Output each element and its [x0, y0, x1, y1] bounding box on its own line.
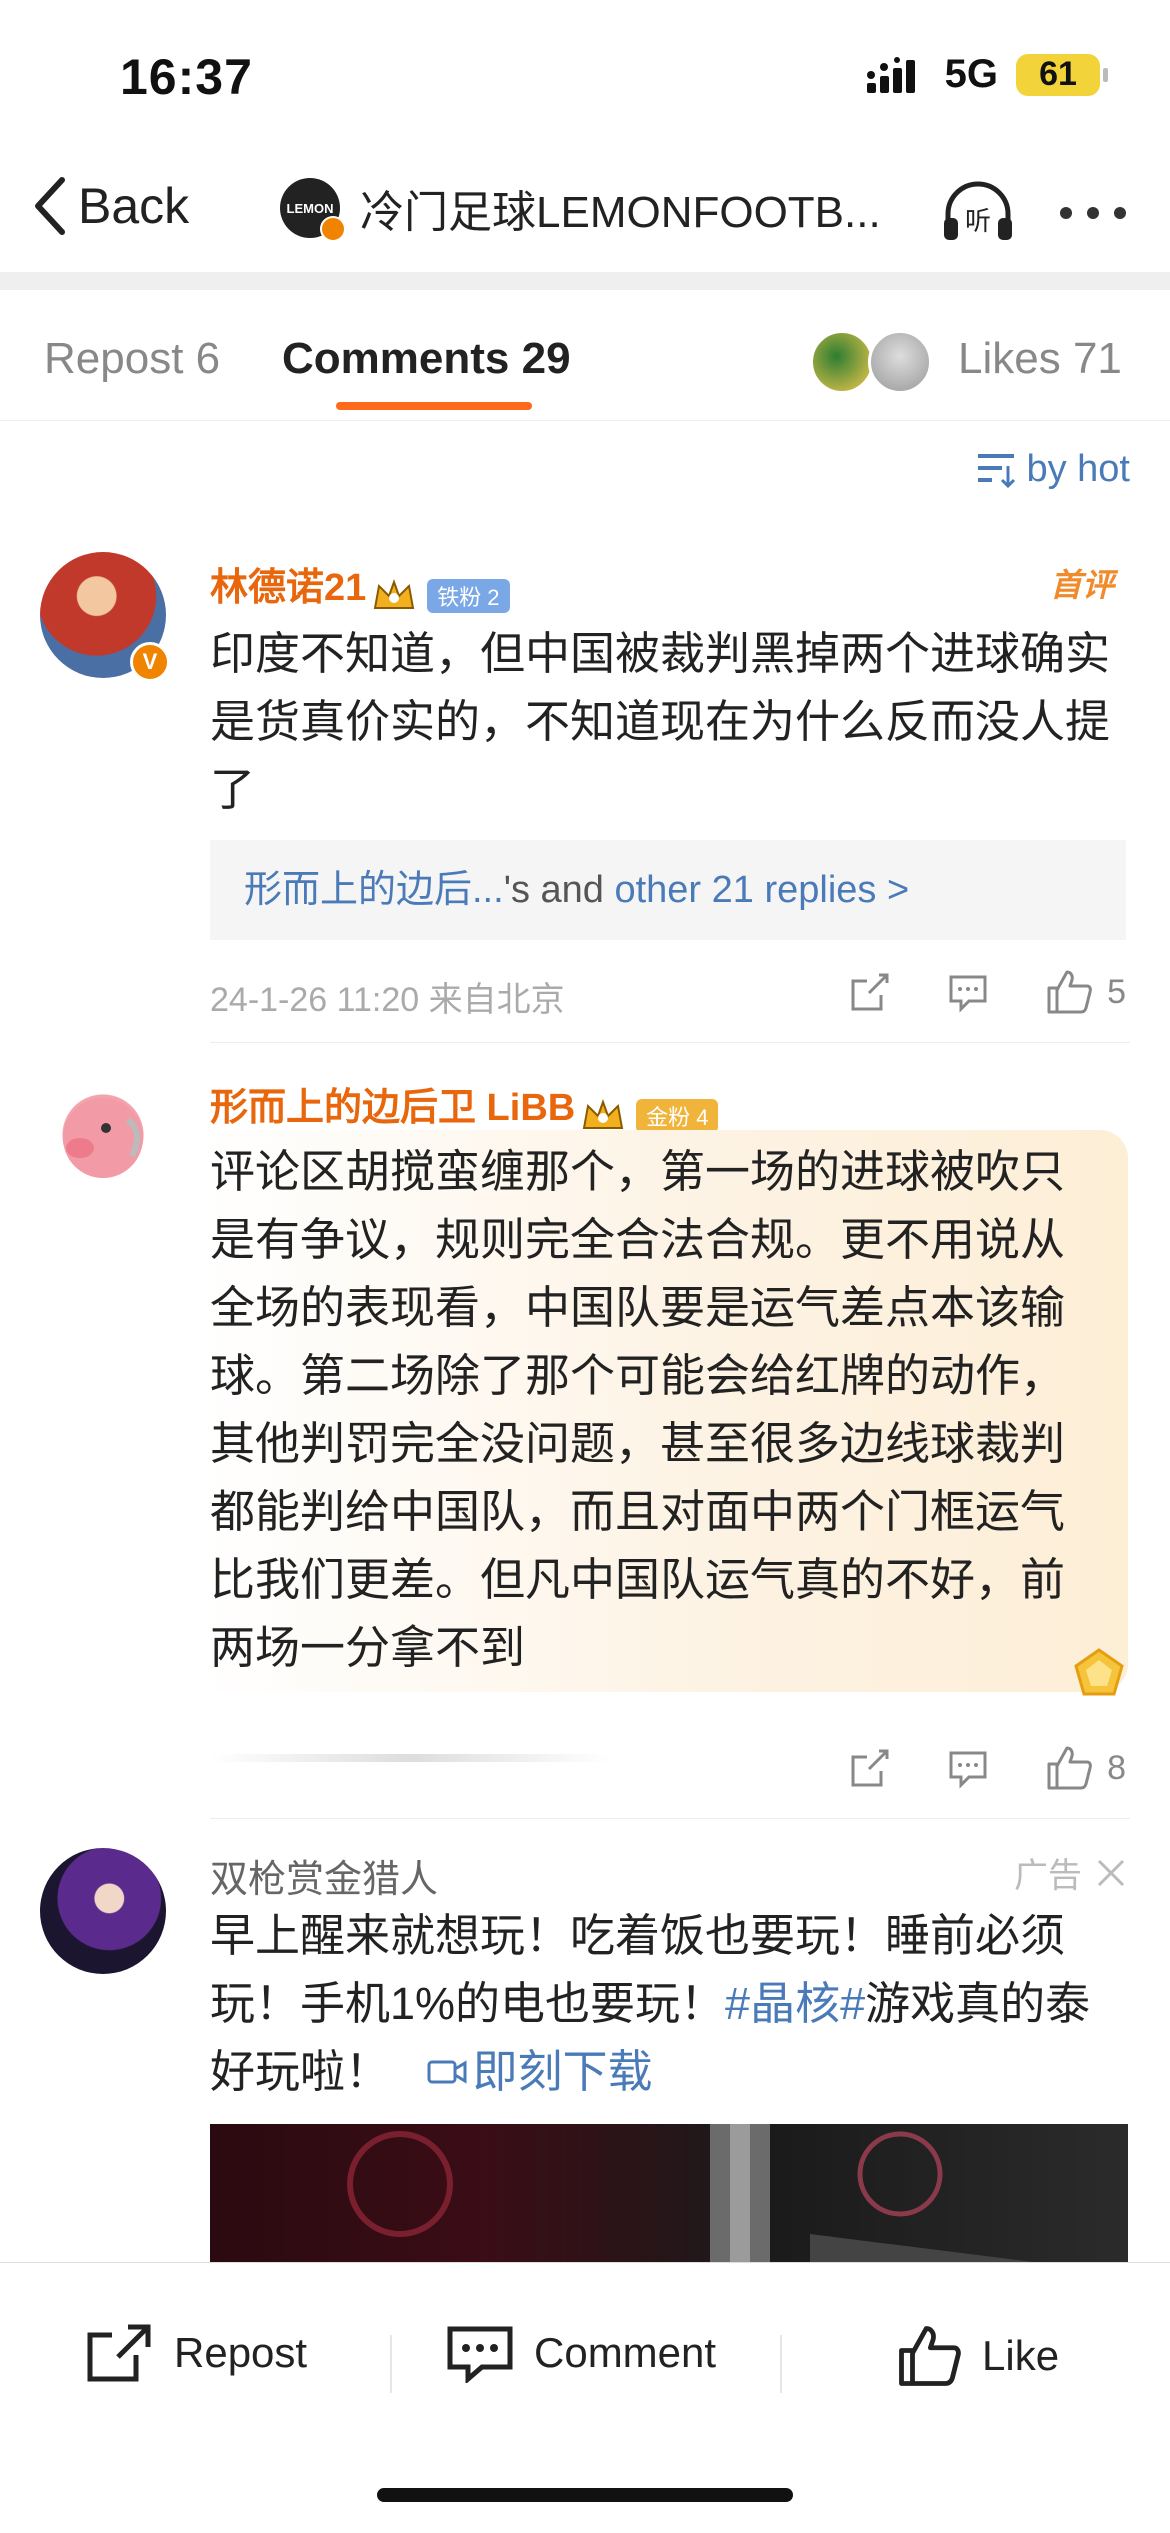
replies-link: other 21 replies > — [614, 869, 910, 911]
close-icon[interactable] — [1096, 1858, 1126, 1888]
replies-mid: 's and — [503, 869, 615, 911]
thumbs-up-icon — [1047, 970, 1092, 1014]
repost-button[interactable]: Repost — [84, 2323, 307, 2383]
comment-divider — [210, 1818, 1130, 1819]
crown-badge-icon — [373, 578, 414, 609]
likes-avatars — [810, 330, 932, 394]
comment-icon — [447, 2326, 513, 2383]
tab-repost[interactable]: Repost 6 — [44, 334, 220, 384]
thumbs-up-icon — [1047, 1746, 1092, 1790]
fan-badge: 铁粉 2 — [427, 578, 510, 613]
comment-header: 林德诺21 铁粉 2 — [210, 556, 510, 614]
comment-button[interactable]: Comment — [446, 2323, 716, 2383]
game-scene-graphic — [347, 2124, 1128, 2274]
more-dots-icon — [1060, 207, 1126, 219]
comment-divider — [210, 1042, 1130, 1043]
ad-hashtag[interactable]: #晶核# — [725, 1978, 865, 2029]
thumbs-up-icon — [899, 2326, 961, 2386]
comment-label: Comment — [534, 2329, 717, 2376]
comment-text: 印度不知道，但中国被裁判黑掉两个进球确实是货真价实的，不知道现在为什么反而没人提… — [210, 628, 1111, 815]
like-post-button[interactable]: Like — [896, 2323, 1059, 2389]
account-name: 冷门足球LEMONFOOTB... — [360, 188, 881, 237]
comment-actions: 8 — [849, 1744, 1126, 1792]
loading-placeholder — [210, 1754, 610, 1762]
comment-header: 形而上的边后卫 LiBB 金粉 4 — [210, 1076, 719, 1134]
liker-avatar — [868, 330, 932, 394]
replies-preview[interactable]: 形而上的边后...'s and other 21 replies > — [210, 840, 1126, 940]
like-label: Like — [982, 2332, 1060, 2379]
chevron-left-icon — [35, 177, 65, 235]
tab-active-indicator — [336, 402, 532, 410]
headphones-listen-icon[interactable]: 听 — [940, 180, 1016, 244]
tab-bar: Repost 6 Comments 29 Likes 71 — [0, 300, 1170, 421]
nav-bar: Back LEMON 冷门足球LEMONFOOTB... 听 — [0, 150, 1170, 270]
listen-label: 听 — [965, 207, 991, 237]
back-button[interactable]: Back — [32, 176, 189, 236]
tab-comments[interactable]: Comments 29 — [282, 334, 571, 384]
bottom-separator — [780, 2335, 782, 2393]
replies-author: 形而上的边后... — [244, 869, 504, 911]
ad-video-thumbnail[interactable] — [210, 2124, 1128, 2274]
reply-icon[interactable] — [947, 1747, 989, 1789]
gold-gem-icon — [1074, 1648, 1124, 1696]
more-options-button[interactable] — [1058, 188, 1128, 223]
like-button[interactable]: 8 — [1045, 1744, 1126, 1792]
back-label: Back — [78, 178, 190, 234]
like-count: 5 — [1107, 972, 1126, 1011]
fan-badge: 金粉 4 — [636, 1098, 719, 1133]
share-icon[interactable] — [849, 1747, 891, 1789]
reply-icon[interactable] — [947, 971, 989, 1013]
status-indicators: 5G 61 — [866, 52, 1108, 97]
pink-pig-avatar-icon — [63, 1098, 143, 1178]
repost-label: Repost — [174, 2329, 308, 2376]
account-logo: LEMON — [280, 178, 346, 242]
share-icon[interactable] — [849, 971, 891, 1013]
ad-label-group: 广告 — [1014, 1848, 1126, 1897]
comment-text: 评论区胡搅蛮缠那个，第一场的进球被吹只是有争议，规则完全合法合规。更不用说从全场… — [210, 1146, 1066, 1673]
ad-text: 早上醒来就想玩！吃着饭也要玩！睡前必须玩！手机1%的电也要玩！#晶核#游戏真的泰… — [210, 1902, 1120, 2106]
like-count: 8 — [1107, 1748, 1126, 1787]
status-time: 16:37 — [120, 49, 253, 105]
comment-username[interactable]: 林德诺21 — [210, 567, 366, 609]
battery-indicator: 61 — [1016, 53, 1108, 96]
sort-label: by hot — [1026, 448, 1130, 490]
comment-actions: 5 — [849, 968, 1126, 1016]
ad-label: 广告 — [1014, 1857, 1082, 1895]
commenter-avatar[interactable]: V — [40, 552, 170, 682]
bottom-separator — [390, 2335, 392, 2393]
home-indicator[interactable] — [377, 2488, 793, 2502]
account-title[interactable]: LEMON 冷门足球LEMONFOOTB... — [280, 176, 881, 242]
header-divider — [0, 272, 1170, 290]
download-label: 即刻下载 — [472, 2046, 653, 2097]
comment-timestamp: 24-1-26 11:20 来自北京 — [210, 981, 565, 1019]
crown-badge-icon — [582, 1098, 623, 1129]
tab-likes[interactable]: Likes 71 — [958, 334, 1122, 384]
cellular-signal-icon — [866, 56, 915, 93]
first-comment-tag: 首评 — [1049, 567, 1114, 603]
verified-badge-icon — [320, 216, 346, 242]
sort-button[interactable]: by hot — [976, 448, 1130, 491]
ad-username[interactable]: 双枪赏金猎人 — [210, 1848, 438, 1903]
ad-avatar[interactable] — [40, 1848, 166, 1974]
liker-avatar — [810, 330, 874, 394]
verified-badge-icon: V — [130, 642, 170, 682]
repost-icon — [87, 2324, 151, 2382]
comment-username[interactable]: 形而上的边后卫 LiBB — [210, 1087, 575, 1129]
like-button[interactable]: 5 — [1045, 968, 1126, 1016]
video-icon — [427, 2060, 467, 2084]
network-type: 5G — [944, 52, 998, 96]
commenter-avatar[interactable] — [40, 1072, 166, 1198]
download-link[interactable]: 即刻下载 — [427, 2038, 653, 2106]
sort-icon — [978, 453, 1016, 488]
